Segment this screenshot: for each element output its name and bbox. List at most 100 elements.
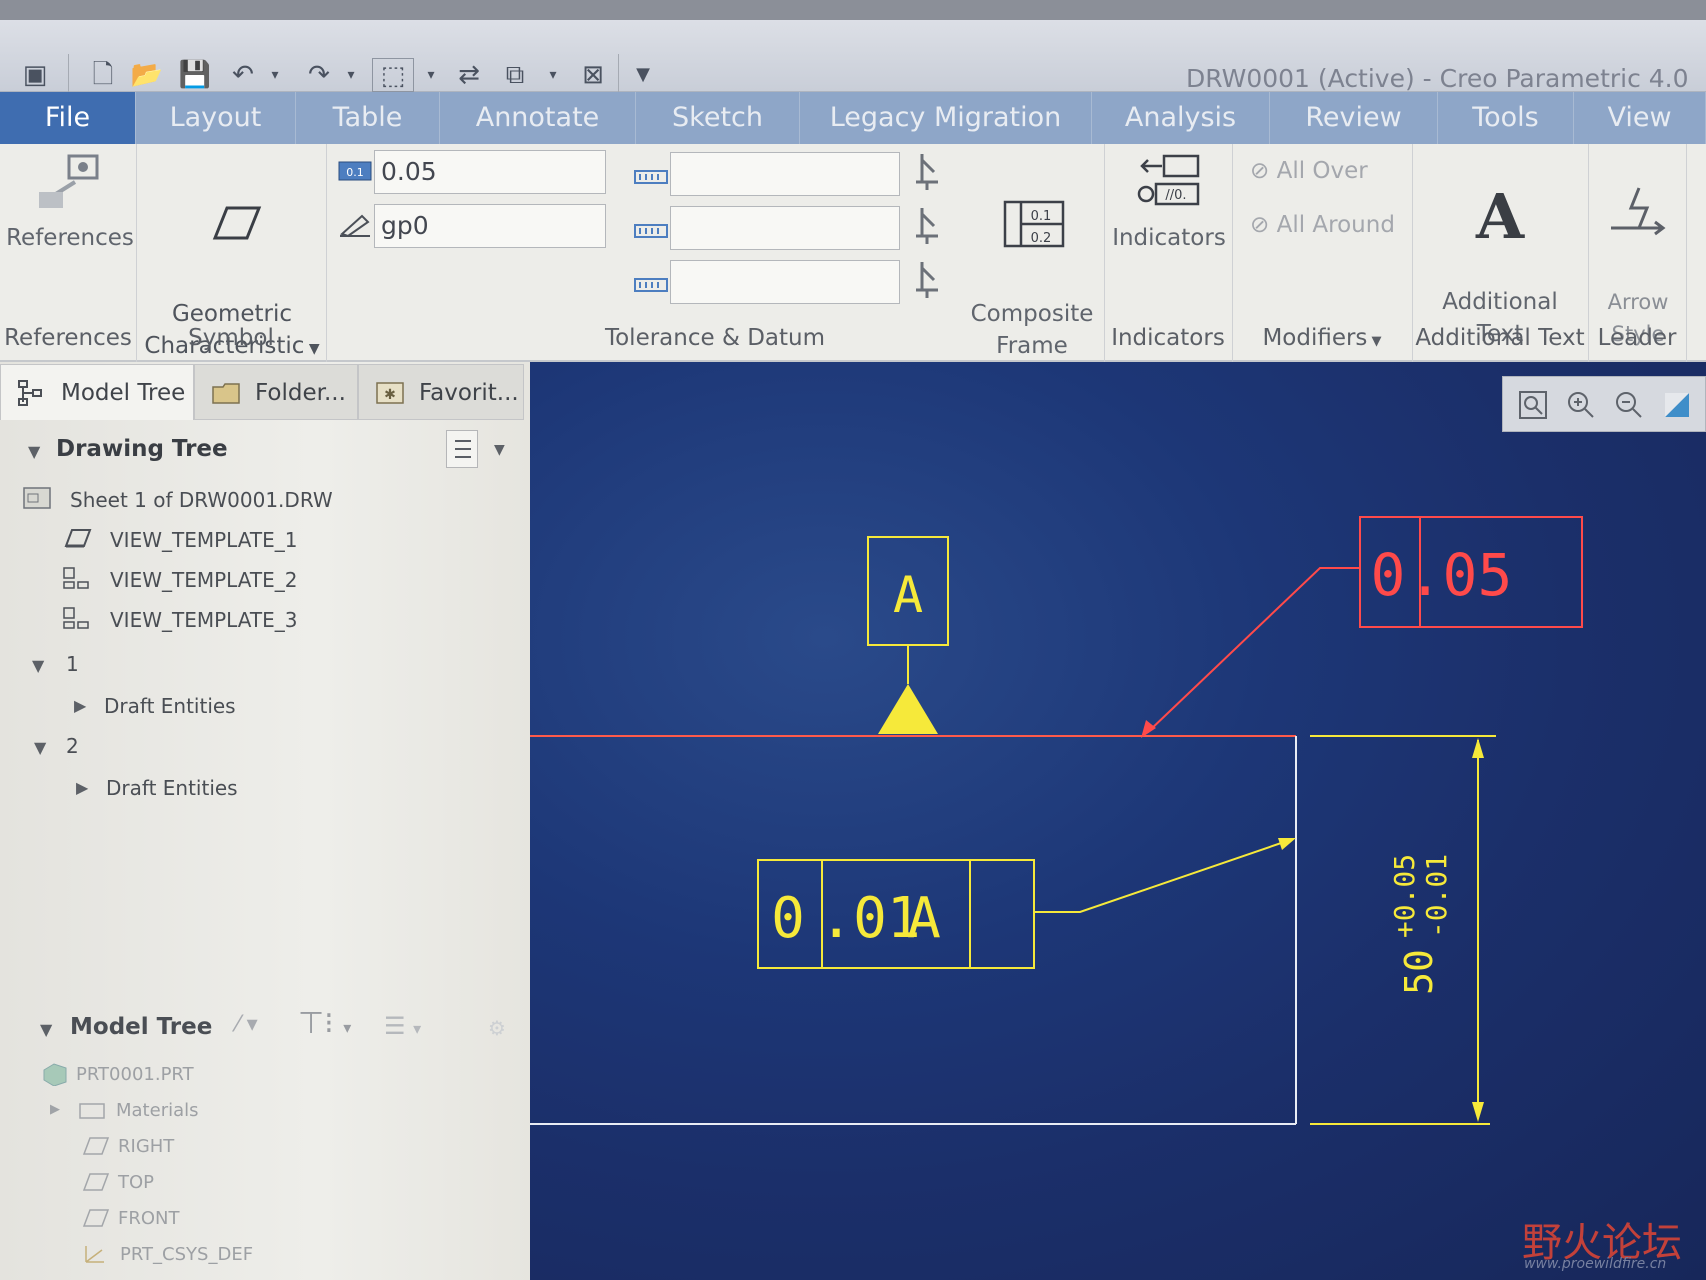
tab-model-tree[interactable]: Model Tree (0, 364, 194, 420)
expand-icon[interactable]: ▶ (50, 1102, 60, 1117)
chevron-down-icon[interactable]: ▾ (536, 58, 570, 92)
datum-select-icon[interactable] (912, 206, 942, 246)
tab-folder-browser[interactable]: Folder... (194, 364, 358, 420)
tab-analysis[interactable]: Analysis (1092, 92, 1270, 144)
expand-icon[interactable]: ▶ (76, 778, 88, 797)
group-label-indicators: Indicators (1111, 325, 1225, 351)
tree-row-layer-2[interactable]: 2 (66, 734, 79, 758)
svg-text:A: A (1475, 184, 1525, 244)
redo-icon[interactable]: ↷ (302, 58, 336, 92)
tree-row-layer-1[interactable]: 1 (66, 652, 79, 676)
tree-row-top[interactable]: TOP (118, 1172, 154, 1193)
graphics-area[interactable]: A 0 .05 0 .01 A 50 +0.05 -0.01 (530, 362, 1706, 1280)
tab-review[interactable]: Review (1270, 92, 1438, 144)
dimension-height[interactable]: 50 +0.05 -0.01 (1310, 735, 1496, 1125)
tab-model-tree-label: Model Tree (61, 380, 186, 406)
tree-row-view-template-1[interactable]: VIEW_TEMPLATE_1 (110, 528, 297, 552)
tree-row-sheet[interactable]: Sheet 1 of DRW0001.DRW (70, 488, 333, 512)
tab-tools[interactable]: Tools (1438, 92, 1574, 144)
tree-row-view-template-2[interactable]: VIEW_TEMPLATE_2 (110, 568, 297, 592)
text-a-icon: A (1475, 184, 1525, 244)
regenerate-icon[interactable]: ⇄ (452, 58, 486, 92)
view-template-icon (63, 567, 89, 589)
tree-row-draft-entities[interactable]: Draft Entities (104, 694, 236, 718)
tertiary-datum-field[interactable] (670, 260, 900, 304)
dimension-upper-tol: +0.05 (1388, 854, 1421, 938)
tree-row-right[interactable]: RIGHT (118, 1136, 174, 1157)
tree-row-csys[interactable]: PRT_CSYS_DEF (120, 1244, 253, 1265)
datum-select-icon[interactable] (912, 152, 942, 192)
settings-icon[interactable]: ⁄ ▾ (236, 1012, 258, 1037)
view-template-icon (64, 529, 92, 548)
svg-text:✱: ✱ (384, 387, 396, 403)
datum-feature-symbol[interactable]: A (867, 536, 949, 734)
group-label-modifiers[interactable]: Modifiers ▼ (1232, 318, 1412, 358)
flatness-icon (212, 206, 262, 240)
tab-annotate[interactable]: Annotate (440, 92, 636, 144)
tolerance-value-field[interactable]: 0.05 (374, 150, 606, 194)
filter-icon[interactable]: ⚙ (488, 1016, 506, 1040)
tree-row-draft-entities[interactable]: Draft Entities (106, 776, 238, 800)
chevron-down-icon[interactable]: ▼ (494, 442, 505, 458)
name-field[interactable]: gp0 (374, 204, 606, 248)
secondary-datum-field[interactable] (670, 206, 900, 250)
select-box-icon[interactable]: ⬚ (372, 58, 414, 92)
tree-settings-icon[interactable] (446, 430, 478, 468)
references-label: References (6, 225, 134, 251)
save-icon[interactable]: 💾 (178, 58, 212, 92)
all-over-label: All Over (1276, 158, 1368, 184)
open-icon[interactable]: 📂 (130, 58, 164, 92)
tab-layout[interactable]: Layout (136, 92, 296, 144)
datum-triangle (878, 684, 938, 734)
gtol-selected[interactable]: 0 .05 (1141, 516, 1583, 738)
monitor-bezel (0, 0, 1706, 22)
customize-icon[interactable]: ▼ (626, 58, 660, 92)
tab-favorites[interactable]: ✱ Favorit... (358, 364, 524, 420)
windows-icon[interactable]: ⧉ (498, 58, 532, 92)
collapse-icon[interactable]: ▼ (28, 442, 40, 461)
tab-legacy-migration[interactable]: Legacy Migration (800, 92, 1092, 144)
indicators-icon: //0. (1137, 154, 1200, 206)
navigator-panel: Model Tree Folder... ✱ Favorit... ▼ Draw… (0, 362, 530, 1280)
tab-sketch[interactable]: Sketch (636, 92, 800, 144)
window-icon[interactable]: ▣ (18, 58, 52, 92)
folder-icon (212, 383, 240, 404)
indicators-button[interactable]: //0. Indicators (1110, 152, 1228, 254)
tree-row-view-template-3[interactable]: VIEW_TEMPLATE_3 (110, 608, 297, 632)
references-button[interactable]: References (6, 152, 134, 254)
view-template-icon (63, 607, 89, 629)
references-icon (39, 154, 99, 208)
tab-file[interactable]: File (0, 92, 136, 144)
tree-row-front[interactable]: FRONT (118, 1208, 180, 1229)
tab-view[interactable]: View (1574, 92, 1706, 144)
chevron-down-icon[interactable]: ▾ (414, 58, 448, 92)
datum-select-icon[interactable] (912, 260, 942, 300)
ribbon-panel: References Geometric Characteristic ▼ 0.… (0, 144, 1706, 362)
all-around-icon: ⊘ (1250, 212, 1277, 238)
chevron-down-icon[interactable]: ▾ (334, 58, 368, 92)
collapse-icon[interactable]: ▼ (40, 1020, 52, 1039)
primary-datum-field[interactable] (670, 152, 900, 196)
datum-reference-icon (634, 170, 668, 184)
tree-row-materials[interactable]: Materials (116, 1100, 199, 1121)
materials-icon (79, 1103, 105, 1119)
collapse-icon[interactable]: ▼ (32, 656, 44, 675)
navigator-tabs: Model Tree Folder... ✱ Favorit... (0, 362, 530, 422)
group-label-additional-text: Additional Text (1415, 325, 1585, 351)
tree-row-part[interactable]: PRT0001.PRT (76, 1064, 194, 1085)
gtol-datum-ref: A (907, 886, 941, 951)
tools-icon[interactable]: ⊤⁝ ▾ (298, 1006, 351, 1041)
all-over-button[interactable]: ⊘ All Over (1250, 158, 1368, 184)
collapse-icon[interactable]: ▼ (34, 738, 46, 757)
close-icon[interactable]: ⊠ (576, 58, 610, 92)
tab-table[interactable]: Table (296, 92, 440, 144)
expand-icon[interactable]: ▶ (74, 696, 86, 715)
gtol-existing[interactable]: 0 .01 A (757, 838, 1296, 969)
show-icon[interactable]: ☰ ▾ (384, 1012, 421, 1040)
undo-icon[interactable]: ↶ (226, 58, 260, 92)
tolerance-value-icon: 0.1 (338, 161, 372, 181)
group-label-tolerance-datum: Tolerance & Datum (604, 325, 826, 351)
new-icon[interactable]: 🗋 (86, 58, 120, 92)
chevron-down-icon[interactable]: ▾ (258, 58, 292, 92)
all-around-button[interactable]: ⊘ All Around (1250, 212, 1395, 238)
